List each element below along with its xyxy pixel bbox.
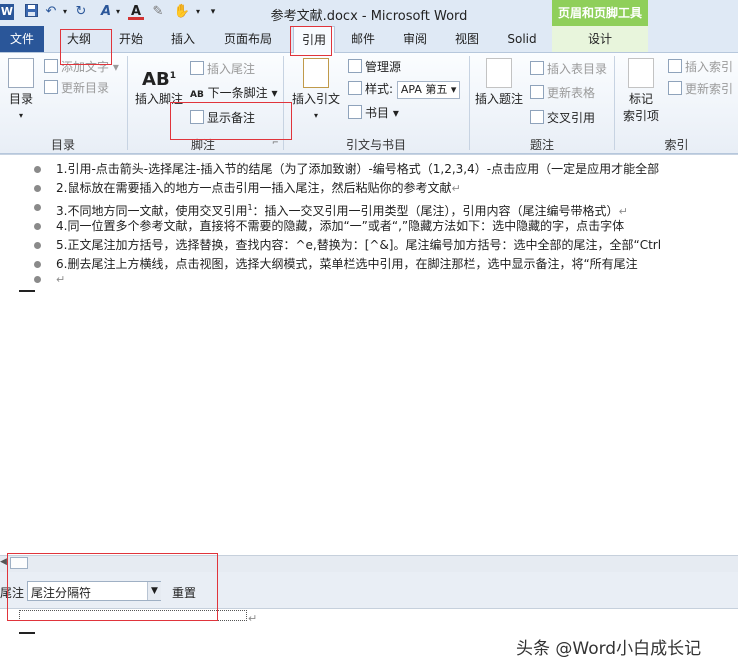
update-table-label: 更新表格 (547, 86, 596, 100)
style-select[interactable]: APA 第五 ▾ (396, 81, 461, 99)
separator-paragraph-mark: ↵ (248, 611, 257, 625)
tab-view[interactable]: 视图 (452, 26, 482, 52)
insert-endnote-icon (190, 61, 204, 75)
mark-entry-label-1: 标记 (628, 92, 653, 106)
mark-entry-button[interactable]: 标记 索引项 (618, 58, 664, 124)
insert-index-label: 插入索引 (685, 60, 734, 74)
bibliography-button[interactable]: 书目 ▾ (348, 104, 399, 122)
bullet-marker (34, 185, 41, 192)
update-table-icon (530, 85, 544, 99)
bullet-marker (34, 242, 41, 249)
bibliography-icon (348, 105, 362, 119)
toc-button-label: 目录 (8, 92, 33, 106)
insert-citation-label: 插入引文 (291, 92, 340, 106)
doc-line-3: 3.不同地方同一文献，使用交叉引用1：插入一交叉引用一引用类型（尾注），引用内容… (56, 197, 738, 218)
update-toc-icon (44, 80, 58, 94)
cross-reference-label: 交叉引用 (547, 111, 596, 125)
bullet-marker (34, 166, 41, 173)
highlight-references-tab (290, 26, 332, 56)
insert-citation-button[interactable]: 插入引文 ▾ (290, 58, 342, 121)
highlight-show-notes (170, 102, 292, 140)
doc-line-5: 5.正文尾注加方括号，选择替换，查找内容：^e,替换为：[^&]。尾注编号加方括… (56, 238, 662, 252)
paragraph-mark: ↵ (56, 273, 66, 286)
cross-reference-icon (530, 110, 544, 124)
tab-mailings[interactable]: 邮件 (348, 26, 378, 52)
update-toc-label: 更新目录 (61, 81, 110, 95)
watermark: 头条 @Word小白成长记 (516, 639, 702, 659)
bullet-marker (34, 223, 41, 230)
next-footnote-button[interactable]: AB 下一条脚注 ▾ (190, 84, 278, 102)
update-index-label: 更新索引 (685, 82, 734, 96)
bullet-marker (34, 276, 41, 283)
style-select-value: APA 第五 (400, 83, 448, 96)
style-icon (348, 81, 362, 95)
update-index-button[interactable]: 更新索引 (668, 80, 733, 98)
insert-endnote-button[interactable]: 插入尾注 (190, 60, 255, 78)
doc-line-2-text: 2.鼠标放在需要插入的地方一点击引用一插入尾注，然后粘贴你的参考文献 (56, 181, 452, 195)
manage-sources-label: 管理源 (365, 60, 402, 74)
update-index-icon (668, 81, 682, 95)
mark-entry-icon (628, 58, 654, 88)
update-toc-button[interactable]: 更新目录 (44, 79, 109, 97)
update-table-button[interactable]: 更新表格 (530, 84, 595, 102)
insert-caption-icon (486, 58, 512, 88)
bullet-marker (34, 261, 41, 268)
next-footnote-label: 下一条脚注 (207, 86, 268, 100)
tab-review[interactable]: 审阅 (400, 26, 430, 52)
group-label-citations: 引文与书目 (345, 138, 406, 152)
insert-footnote-icon: AB1 (142, 69, 176, 90)
add-text-icon (44, 59, 58, 73)
table-of-figures-icon (530, 61, 544, 75)
insert-table-of-figures-button[interactable]: 插入表目录 (530, 60, 607, 78)
manage-sources-button[interactable]: 管理源 (348, 58, 401, 76)
insert-footnote-button[interactable]: AB1 插入脚注 (134, 62, 184, 107)
scroll-left-icon[interactable]: ◀ (0, 557, 7, 567)
paragraph-mark: ↵ (248, 612, 258, 625)
mark-entry-label-2: 索引项 (622, 109, 659, 123)
insert-citation-icon (303, 58, 329, 88)
insert-caption-button[interactable]: 插入题注 (472, 58, 526, 107)
bullet-marker (34, 204, 41, 211)
doc-empty-line: ↵ (56, 269, 738, 290)
toc-button[interactable]: 目录 ▾ (4, 58, 38, 121)
group-label-index: 索引 (664, 138, 689, 152)
doc-line-1: 1.引用-点击箭头-选择尾注-插入节的结尾（为了添加致谢）-编号格式（1,2,3… (56, 162, 660, 176)
bibliography-label: 书目 (365, 106, 390, 120)
insert-index-icon (668, 59, 682, 73)
group-label-toc: 目录 (50, 138, 75, 152)
text-cursor-underline (19, 290, 35, 292)
next-footnote-icon: AB (190, 90, 204, 100)
tab-file[interactable]: 文件 (0, 26, 44, 52)
insert-index-button[interactable]: 插入索引 (668, 58, 733, 76)
manage-sources-icon (348, 59, 362, 73)
toc-icon (8, 58, 34, 88)
insert-table-of-figures-label: 插入表目录 (547, 62, 608, 76)
tab-design[interactable]: 设计 (552, 26, 648, 52)
tab-page-layout[interactable]: 页面布局 (220, 26, 276, 52)
doc-line-2: 2.鼠标放在需要插入的地方一点击引用一插入尾注，然后粘贴你的参考文献↵ (56, 178, 738, 199)
tab-insert[interactable]: 插入 (168, 26, 198, 52)
cross-reference-button[interactable]: 交叉引用 (530, 109, 595, 127)
header-footer-tools-label: 页眉和页脚工具 (552, 0, 648, 26)
style-control: 样式: APA 第五 ▾ (348, 80, 461, 99)
doc-line-4: 4.同一位置多个参考文献，直接将不需要的隐藏，添加“一”或者“,”隐藏方法如下：… (56, 219, 625, 233)
style-label: 样式: (365, 82, 394, 96)
tab-home[interactable]: 开始 (116, 26, 146, 52)
group-label-captions: 题注 (529, 138, 554, 152)
insert-endnote-label: 插入尾注 (207, 62, 256, 76)
footnote-cursor-underline (19, 632, 35, 634)
paragraph-mark: ↵ (451, 182, 461, 195)
highlight-outline-tab (60, 29, 112, 65)
highlight-footnote-pane (7, 553, 218, 621)
tab-solid[interactable]: Solid (502, 26, 542, 52)
insert-caption-label: 插入题注 (474, 92, 523, 106)
